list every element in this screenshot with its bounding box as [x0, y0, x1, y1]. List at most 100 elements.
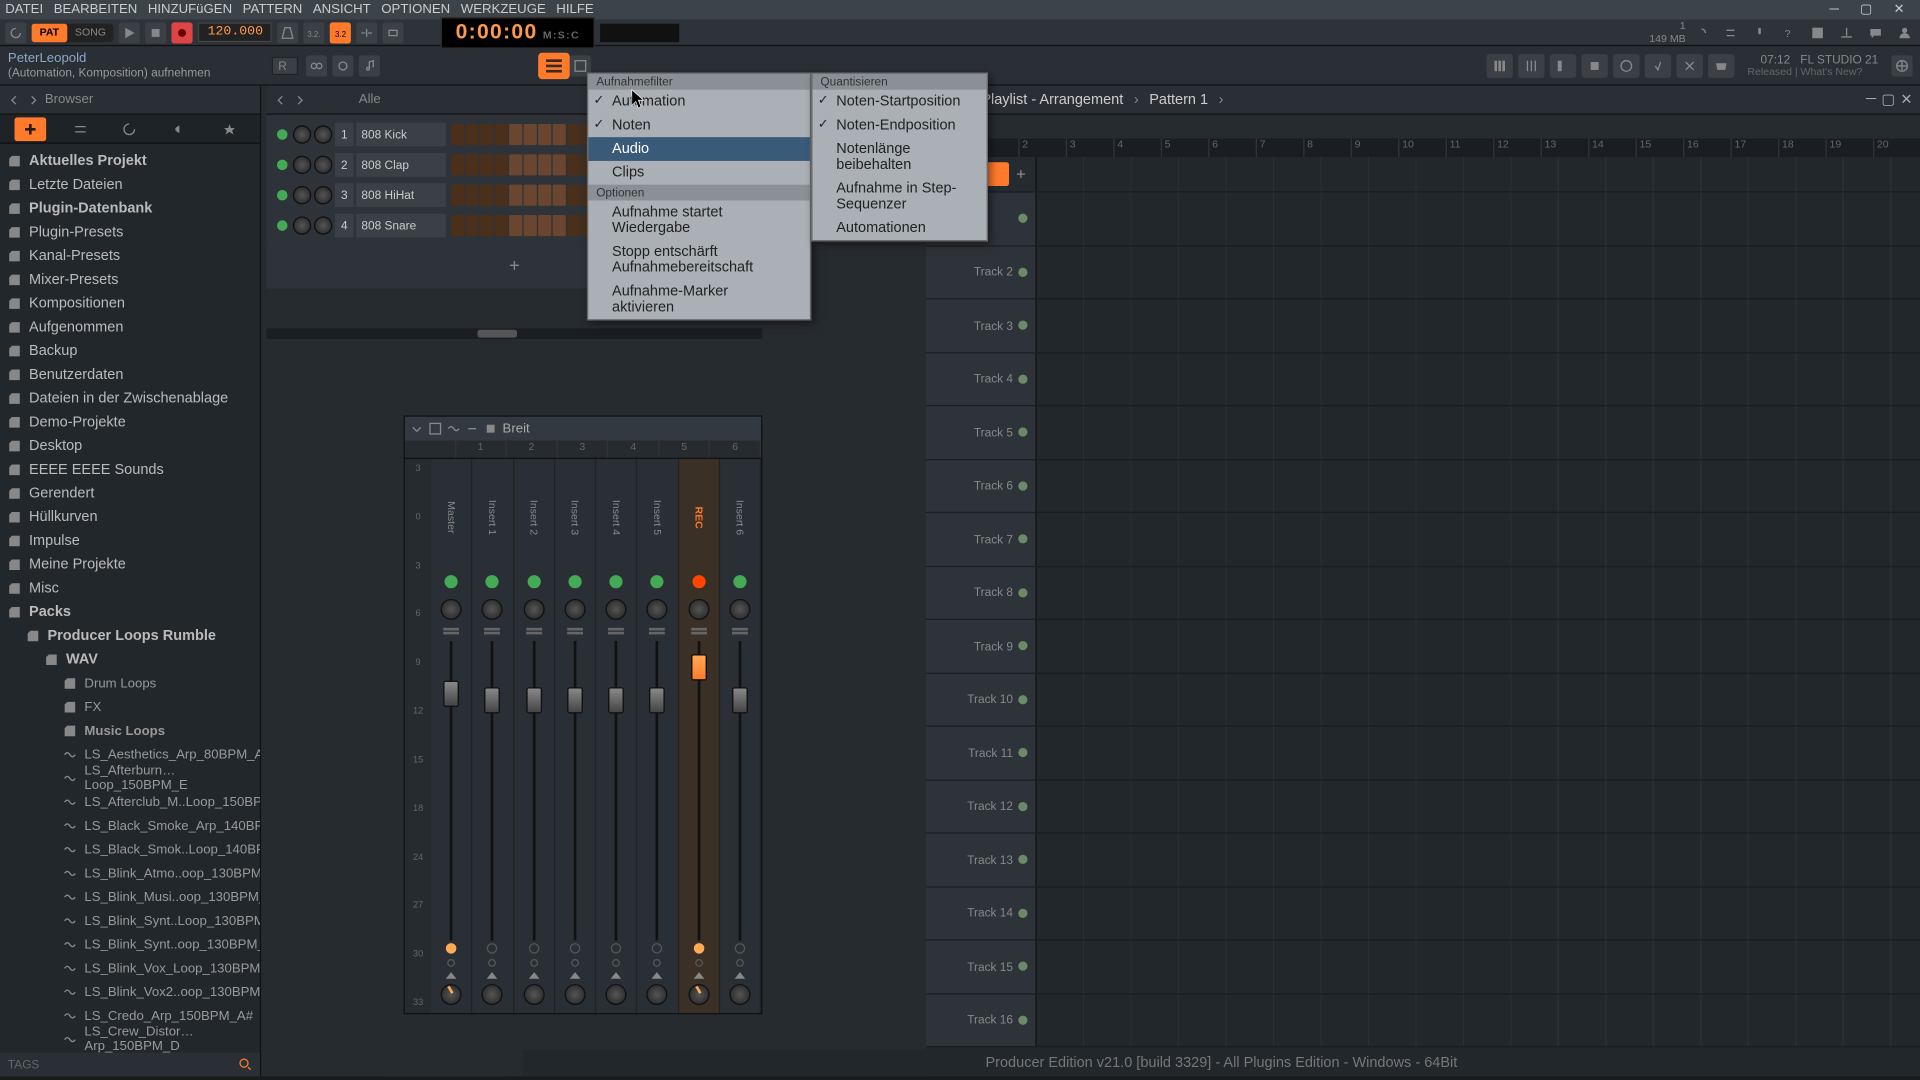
step-button[interactable] [480, 215, 493, 236]
track-mute-dot[interactable] [1018, 535, 1027, 544]
mixer-pan-knob[interactable] [688, 599, 709, 620]
mixer-strip[interactable]: Insert 5 [637, 459, 678, 1013]
step-button[interactable] [495, 154, 508, 175]
search-icon[interactable] [239, 1058, 252, 1071]
time-display[interactable]: 0:00:00M:S:C [441, 16, 594, 48]
playlist-track-lane[interactable] [1037, 727, 1920, 779]
track-mute-dot[interactable] [1018, 588, 1027, 597]
mixer-strip[interactable]: Insert 1 [473, 459, 514, 1013]
playlist-close-icon[interactable]: ✕ [1900, 91, 1912, 108]
browser-item[interactable]: Hüllkurven [0, 505, 260, 529]
mixer-mute-button[interactable] [445, 575, 458, 588]
menu-item[interactable]: Aufnahme in Step-Sequenzer [813, 177, 987, 217]
track-mute-dot[interactable] [1018, 214, 1027, 223]
mixer-send-knob[interactable] [482, 984, 503, 1005]
track-mute-dot[interactable] [1018, 908, 1027, 917]
overdub-icon[interactable] [357, 22, 378, 43]
playlist-track-row[interactable]: Track 16 [926, 994, 1920, 1047]
playlist-track-lane[interactable] [1037, 299, 1920, 351]
globe-icon[interactable] [1891, 55, 1912, 76]
mixer-strip[interactable]: Master [431, 459, 472, 1013]
playlist-track-row[interactable]: Track 13 [926, 834, 1920, 887]
browser-item[interactable]: Plugin-Presets [0, 220, 260, 244]
playlist-track-header[interactable]: Track 2 [926, 246, 1037, 298]
note-icon[interactable] [359, 55, 380, 76]
browser-tags-bar[interactable]: TAGS [0, 1053, 260, 1077]
browser-item[interactable]: Misc [0, 576, 260, 600]
step-button[interactable] [567, 124, 580, 145]
window-minimize-icon[interactable]: ─ [1830, 3, 1839, 18]
browser-item[interactable]: LS_Blink_Synt..Loop_130BPM_Am [0, 909, 260, 933]
step-button[interactable] [524, 154, 537, 175]
track-mute-dot[interactable] [1018, 481, 1027, 490]
mixer-dot-icon[interactable] [695, 959, 703, 967]
mixer-dot-icon[interactable] [571, 959, 579, 967]
menu-hinzufuegen[interactable]: HINZUFüGEN [148, 3, 232, 18]
tool-close-icon[interactable] [1676, 53, 1702, 77]
switch-icon[interactable] [1720, 22, 1741, 43]
browser-item[interactable]: LS_Blink_Musi..oop_130BPM_Am [0, 885, 260, 909]
step-button[interactable] [553, 185, 566, 206]
channel-pan-knob[interactable] [293, 186, 311, 204]
track-mute-dot[interactable] [1018, 855, 1027, 864]
record-context-menu[interactable]: Aufnahmefilter AutomationNotenAudioClips… [587, 73, 811, 321]
mixer-send-knob[interactable] [441, 984, 462, 1005]
playlist-track-row[interactable]: Track 6 [926, 460, 1920, 513]
menu-item[interactable]: Noten-Startposition [813, 90, 987, 114]
step-button[interactable] [509, 154, 522, 175]
browser-item[interactable]: Benutzerdaten [0, 363, 260, 387]
step-button[interactable] [466, 124, 479, 145]
browser-item[interactable]: Aufgenommen [0, 315, 260, 339]
playlist-track-lane[interactable] [1037, 353, 1920, 405]
channel-name-button[interactable]: 808 Clap [356, 153, 446, 177]
mixer-stereo-sep[interactable] [649, 628, 665, 639]
browser-item[interactable]: LS_Blink_Vox2..oop_130BPM_Am [0, 980, 260, 1004]
mixer-stereo-sep[interactable] [526, 628, 542, 639]
browser-refresh-icon[interactable] [114, 117, 146, 141]
track-mute-dot[interactable] [1018, 748, 1027, 757]
step-button[interactable] [495, 215, 508, 236]
step-button[interactable] [567, 154, 580, 175]
playlist-ruler[interactable]: 1234567891011121314151617181920 [971, 138, 1920, 156]
quantize-context-menu[interactable]: Quantisieren Noten-StartpositionNoten-En… [811, 73, 988, 242]
mixer-stereo-sep[interactable] [608, 628, 624, 639]
mixer-stereo-sep[interactable] [732, 628, 748, 639]
channel-vol-knob[interactable] [314, 125, 332, 143]
browser-item[interactable]: Kanal-Presets [0, 244, 260, 268]
channel-vol-knob[interactable] [314, 216, 332, 234]
menu-item[interactable]: Aufnahme startet Wiedergabe [588, 200, 810, 240]
menu-item[interactable]: Aufnahme-Marker aktivieren [588, 280, 810, 320]
playlist-track-row[interactable]: Track 5 [926, 406, 1920, 459]
mixer-dot-icon[interactable] [612, 959, 620, 967]
chevron-left-icon[interactable] [274, 93, 287, 106]
mixer-arrow-icon[interactable] [487, 972, 498, 979]
channel-pan-knob[interactable] [293, 156, 311, 174]
channel-number[interactable]: 2 [335, 153, 353, 177]
mixer-arrow-icon[interactable] [446, 972, 457, 979]
playlist-track-row[interactable]: Track 12 [926, 780, 1920, 833]
menu-werkzeuge[interactable]: WERKZEUGE [461, 3, 546, 18]
browser-item[interactable]: LS_Afterclub_M..Loop_150BPM_F [0, 790, 260, 814]
playlist-maximize-icon[interactable]: ▢ [1881, 91, 1895, 108]
menu-pattern[interactable]: PATTERN [243, 3, 303, 18]
mixer-pan-knob[interactable] [606, 599, 627, 620]
playlist-track-lane[interactable] [1037, 620, 1920, 672]
browser-collapse-icon[interactable] [64, 117, 96, 141]
playlist-track-row[interactable]: Track 2 [926, 246, 1920, 299]
playlist-track-header[interactable]: Track 14 [926, 887, 1037, 939]
mixer-strip[interactable]: Insert 3 [555, 459, 596, 1013]
master-volume-meter[interactable] [600, 23, 679, 41]
step-button[interactable] [538, 124, 551, 145]
step-button[interactable] [553, 154, 566, 175]
mixer-arrow-icon[interactable] [693, 972, 704, 979]
channel-number[interactable]: 3 [335, 183, 353, 207]
browser-item[interactable]: Impulse [0, 529, 260, 553]
render-icon[interactable] [1836, 22, 1857, 43]
mixer-dot-icon[interactable] [736, 959, 744, 967]
mixer-stereo-sep[interactable] [567, 628, 583, 639]
mixer-strip[interactable]: Insert 6 [720, 459, 761, 1013]
playlist-track-row[interactable] [926, 193, 1920, 246]
mixer-pan-knob[interactable] [564, 599, 585, 620]
mixer-fader[interactable] [608, 687, 624, 713]
mixer-dot-icon[interactable] [447, 959, 455, 967]
